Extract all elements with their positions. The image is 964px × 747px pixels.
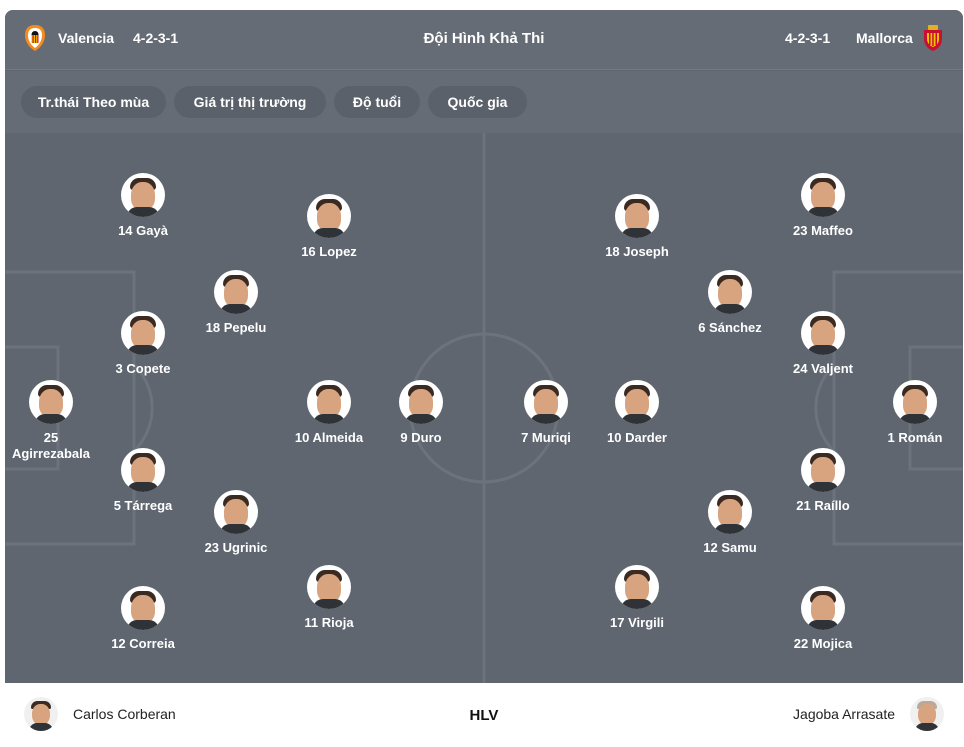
- tab-season-form[interactable]: Tr.thái Theo mùa: [21, 86, 166, 118]
- away-coach-avatar[interactable]: [910, 697, 944, 731]
- player-name: 14 Gayà: [118, 223, 168, 238]
- player-avatar: [615, 194, 659, 238]
- player-avatar: [214, 270, 258, 314]
- player-avatar: [801, 311, 845, 355]
- away-formation: 4-2-3-1: [785, 30, 831, 46]
- player-avatar: [29, 380, 73, 424]
- player-name: 25 Agirrezabala: [11, 430, 91, 461]
- player-name: 23 Ugrinic: [204, 540, 268, 555]
- coaches-footer: Carlos Corberan HLV Jagoba Arrasate: [5, 683, 963, 747]
- player-avatar: [121, 586, 165, 630]
- player-avatar: [121, 173, 165, 217]
- player-card[interactable]: 12 Correia: [83, 586, 203, 652]
- stats-tab-bar: Tr.thái Theo mùa Giá trị thị trường Độ t…: [5, 71, 963, 133]
- player-card[interactable]: 11 Rioja: [269, 565, 389, 631]
- player-avatar: [307, 380, 351, 424]
- player-name: 24 Valjent: [793, 361, 853, 376]
- player-avatar: [708, 270, 752, 314]
- player-avatar: [121, 311, 165, 355]
- player-name: 1 Román: [887, 430, 943, 445]
- lineup-card: Valencia 4-2-3-1 Đội Hình Khả Thi 4-2-3-…: [5, 10, 963, 747]
- player-name: 16 Lopez: [301, 244, 357, 259]
- mallorca-crest-icon: [924, 25, 942, 51]
- player-card[interactable]: 16 Lopez: [269, 194, 389, 260]
- player-card[interactable]: 9 Duro: [361, 380, 481, 446]
- player-avatar: [801, 173, 845, 217]
- player-avatar: [214, 490, 258, 534]
- player-avatar: [615, 380, 659, 424]
- player-card[interactable]: 1 Román: [855, 380, 963, 446]
- player-card[interactable]: 23 Ugrinic: [176, 490, 296, 556]
- away-team-name: Mallorca: [856, 30, 913, 46]
- away-coach-name[interactable]: Jagoba Arrasate: [793, 706, 895, 722]
- player-avatar: [121, 448, 165, 492]
- player-card[interactable]: 22 Mojica: [763, 586, 883, 652]
- tab-nationality[interactable]: Quốc gia: [428, 86, 527, 118]
- player-name: 11 Rioja: [304, 615, 354, 630]
- player-name: 10 Darder: [607, 430, 667, 445]
- lineup-header: Valencia 4-2-3-1 Đội Hình Khả Thi 4-2-3-…: [5, 10, 963, 70]
- tab-age[interactable]: Độ tuổi: [334, 86, 420, 118]
- player-avatar: [524, 380, 568, 424]
- player-card[interactable]: 18 Joseph: [577, 194, 697, 260]
- player-avatar: [801, 586, 845, 630]
- player-name: 3 Copete: [115, 361, 171, 376]
- player-avatar: [615, 565, 659, 609]
- player-name: 18 Joseph: [605, 244, 669, 259]
- tab-market-value[interactable]: Giá trị thị trường: [174, 86, 326, 118]
- player-card[interactable]: 17 Virgili: [577, 565, 697, 631]
- player-avatar: [399, 380, 443, 424]
- player-avatar: [801, 448, 845, 492]
- player-avatar: [708, 490, 752, 534]
- player-avatar: [307, 565, 351, 609]
- player-name: 23 Maffeo: [793, 223, 853, 238]
- player-name: 22 Mojica: [793, 636, 853, 651]
- player-card[interactable]: 3 Copete: [83, 311, 203, 377]
- player-card[interactable]: 24 Valjent: [763, 311, 883, 377]
- player-name: 9 Duro: [400, 430, 442, 445]
- player-card[interactable]: 10 Darder: [577, 380, 697, 446]
- player-card[interactable]: 23 Maffeo: [763, 173, 883, 239]
- player-name: 12 Samu: [703, 540, 757, 555]
- player-name: 12 Correia: [111, 636, 175, 651]
- player-card[interactable]: 12 Samu: [670, 490, 790, 556]
- player-avatar: [307, 194, 351, 238]
- player-card[interactable]: 14 Gayà: [83, 173, 203, 239]
- player-avatar: [893, 380, 937, 424]
- player-name: 17 Virgili: [610, 615, 664, 630]
- pitch: 14 Gayà 16 Lopez 18 Pepelu 3 Copete 25 A…: [5, 133, 963, 683]
